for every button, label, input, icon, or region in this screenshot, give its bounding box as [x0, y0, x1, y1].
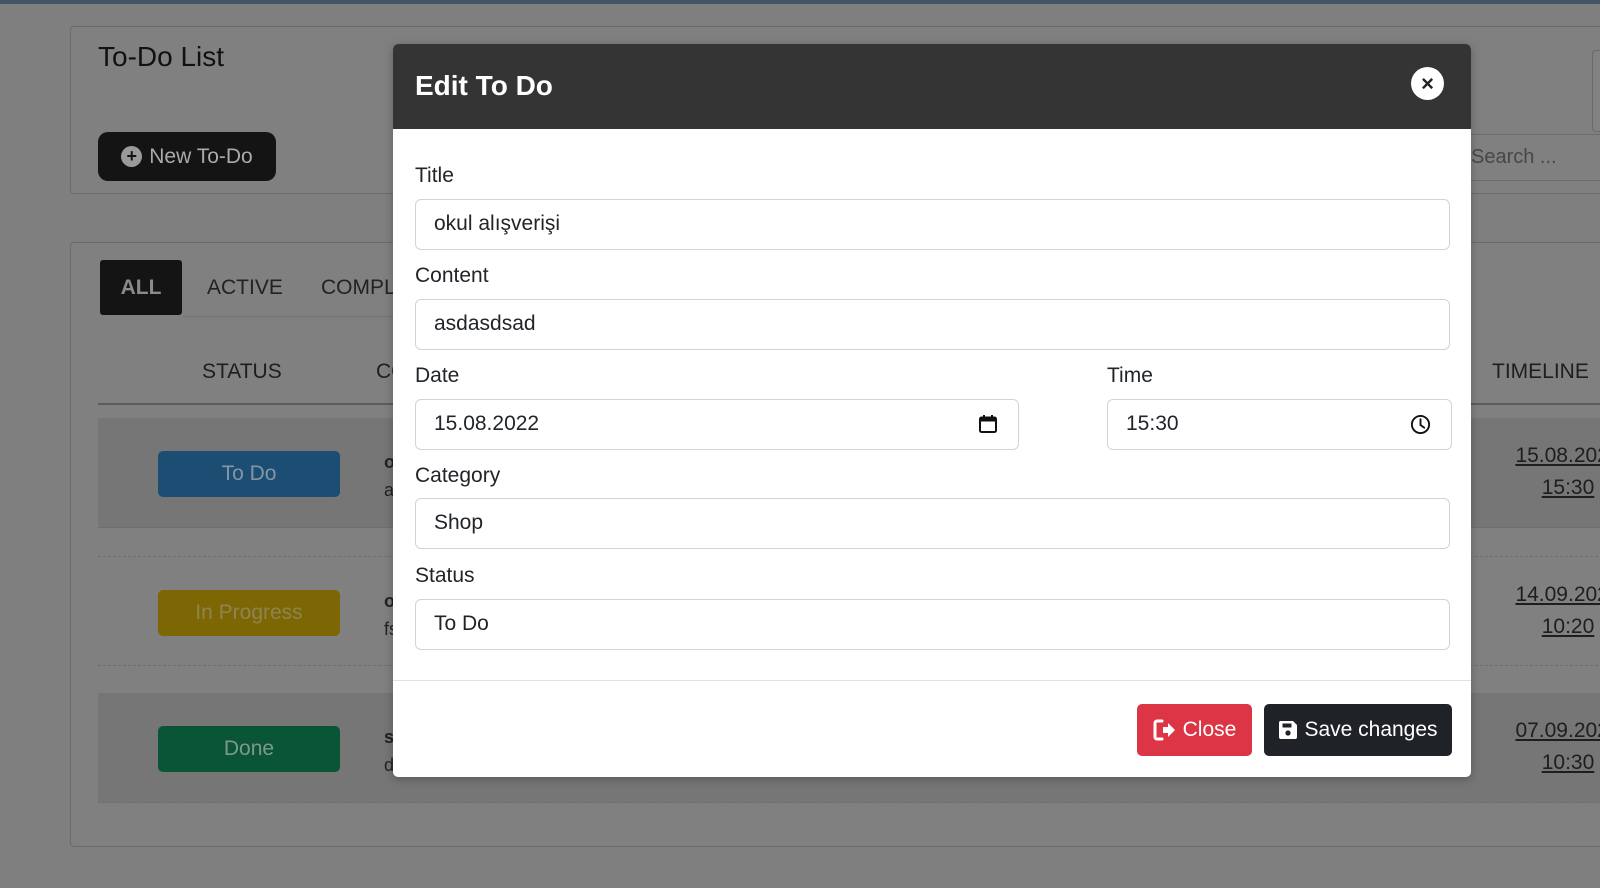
timeline-time: 10:20	[1541, 615, 1595, 638]
tab-all[interactable]: ALL	[100, 260, 182, 315]
category-label: Category	[415, 464, 501, 487]
calendar-icon[interactable]	[978, 414, 998, 434]
modal-close-icon[interactable]: ×	[1411, 67, 1444, 100]
close-button-label: Close	[1182, 718, 1237, 741]
status-value: To Do	[434, 612, 489, 635]
content-input[interactable]: asdasdsad	[415, 299, 1450, 350]
modal-footer-divider	[393, 680, 1471, 681]
content-label: Content	[415, 264, 489, 287]
tab-active[interactable]: ACTIVE	[207, 260, 283, 315]
tabs-divider	[183, 316, 393, 317]
date-label: Date	[415, 364, 460, 387]
new-todo-button[interactable]: + New To-Do	[98, 132, 276, 181]
timeline-link[interactable]: 15.08.2022 15:30	[1498, 440, 1600, 504]
new-todo-label: New To-Do	[149, 144, 253, 168]
content-value: asdasdsad	[434, 312, 536, 335]
timeline-date: 14.09.2022	[1515, 583, 1600, 606]
timeline-time: 15:30	[1541, 476, 1595, 499]
sign-out-icon	[1153, 719, 1175, 741]
search-placeholder: Search ...	[1471, 146, 1557, 168]
floppy-disk-icon	[1279, 721, 1298, 739]
close-button[interactable]: Close	[1137, 704, 1252, 756]
status-badge: To Do	[158, 451, 340, 497]
time-input[interactable]: 15:30	[1107, 399, 1452, 450]
title-label: Title	[415, 164, 454, 187]
time-label: Time	[1107, 364, 1153, 387]
status-badge: Done	[158, 726, 340, 772]
top-border	[0, 0, 1600, 4]
column-header-timeline: TIMELINE	[1492, 360, 1589, 383]
timeline-link[interactable]: 14.09.2022 10:20	[1498, 579, 1600, 643]
title-input[interactable]: okul alışverişi	[415, 199, 1450, 250]
timeline-date: 07.09.2022	[1515, 719, 1600, 742]
save-button-label: Save changes	[1304, 718, 1438, 741]
status-badge: In Progress	[158, 590, 340, 636]
modal-title: Edit To Do	[415, 70, 553, 101]
edit-todo-modal: Edit To Do × Title okul alışverişi Conte…	[393, 44, 1471, 777]
clock-icon[interactable]	[1410, 414, 1431, 435]
date-input[interactable]: 15.08.2022	[415, 399, 1019, 450]
title-value: okul alışverişi	[434, 212, 561, 235]
modal-header: Edit To Do ×	[393, 44, 1471, 129]
plus-circle-icon: +	[121, 146, 143, 167]
timeline-time: 10:30	[1541, 751, 1595, 774]
date-value: 15.08.2022	[434, 412, 540, 435]
status-select[interactable]: To Do	[415, 599, 1450, 650]
timeline-link[interactable]: 07.09.2022 10:30	[1498, 715, 1600, 779]
column-header-status: STATUS	[202, 360, 282, 383]
timeline-date: 15.08.2022	[1515, 444, 1600, 467]
header-side-control	[1592, 50, 1600, 132]
time-value: 15:30	[1126, 412, 1179, 435]
category-input[interactable]: Shop	[415, 498, 1450, 549]
page-title: To-Do List	[98, 41, 225, 72]
status-label: Status	[415, 564, 475, 587]
save-changes-button[interactable]: Save changes	[1264, 704, 1452, 756]
category-value: Shop	[434, 511, 484, 534]
